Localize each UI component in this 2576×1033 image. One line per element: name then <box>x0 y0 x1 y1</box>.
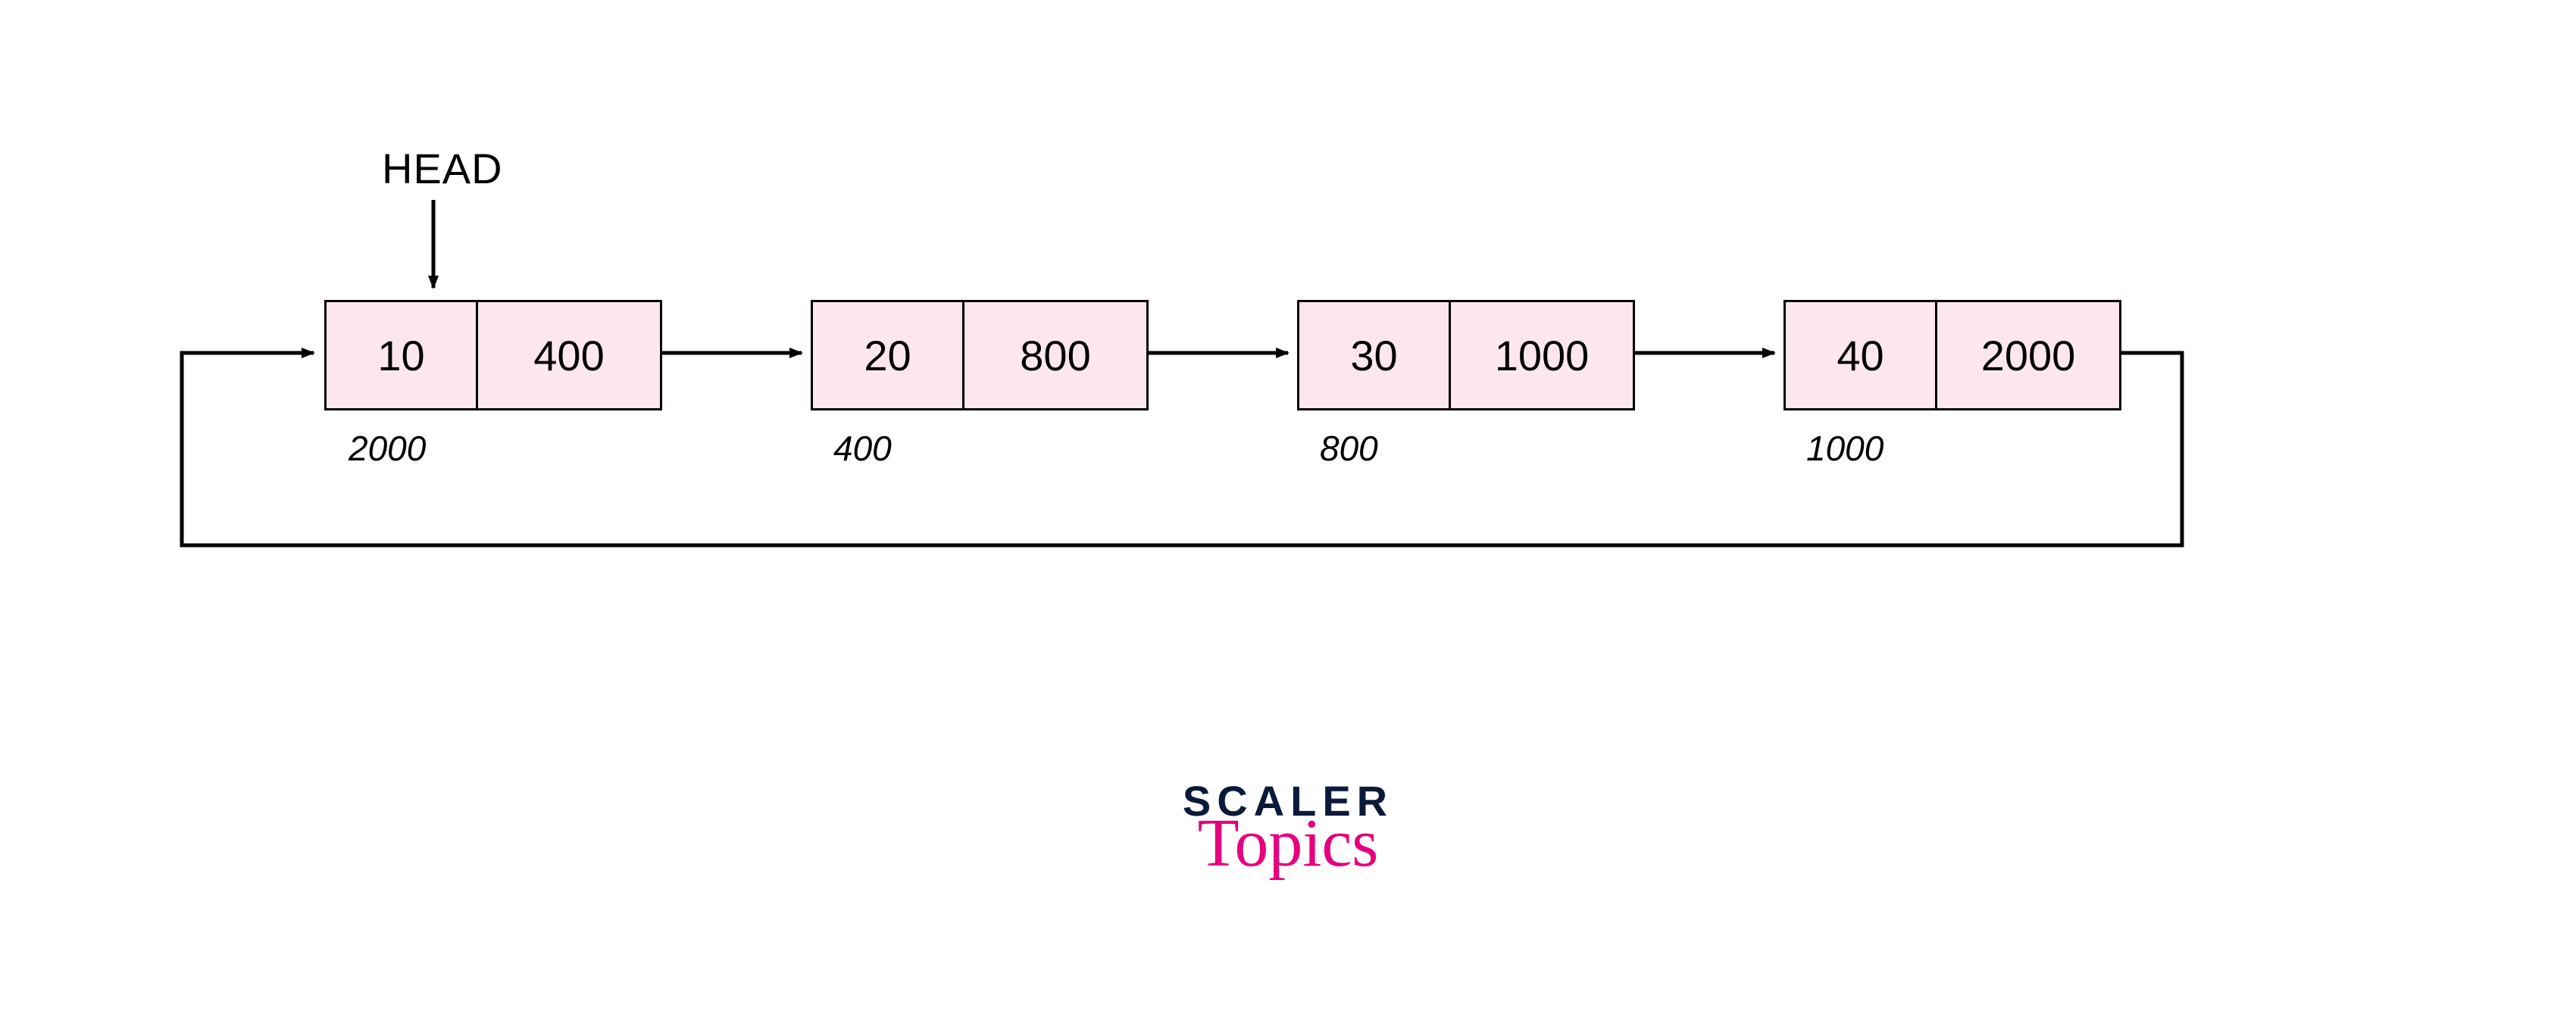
node-3-pointer: 1000 <box>1451 302 1633 408</box>
logo-line2: Topics <box>1136 819 1440 867</box>
node-2: 20 800 <box>811 300 1149 410</box>
node-1-address: 2000 <box>349 428 426 469</box>
circular-linked-list-diagram: HEAD 10 400 2000 20 800 400 30 1000 800 … <box>0 0 2576 1033</box>
node-1: 10 400 <box>324 300 662 410</box>
node-1-pointer: 400 <box>478 302 660 408</box>
node-3: 30 1000 <box>1297 300 1635 410</box>
node-4: 40 2000 <box>1784 300 2121 410</box>
node-2-pointer: 800 <box>964 302 1146 408</box>
node-4-address: 1000 <box>1806 428 1884 469</box>
node-3-data: 30 <box>1299 302 1451 408</box>
node-4-data: 40 <box>1786 302 1937 408</box>
scaler-topics-logo: SCALER Topics <box>1136 780 1440 867</box>
node-2-data: 20 <box>813 302 964 408</box>
node-2-address: 400 <box>833 428 892 469</box>
node-4-pointer: 2000 <box>1937 302 2119 408</box>
node-1-data: 10 <box>327 302 478 408</box>
head-label: HEAD <box>382 144 503 193</box>
node-3-address: 800 <box>1320 428 1378 469</box>
